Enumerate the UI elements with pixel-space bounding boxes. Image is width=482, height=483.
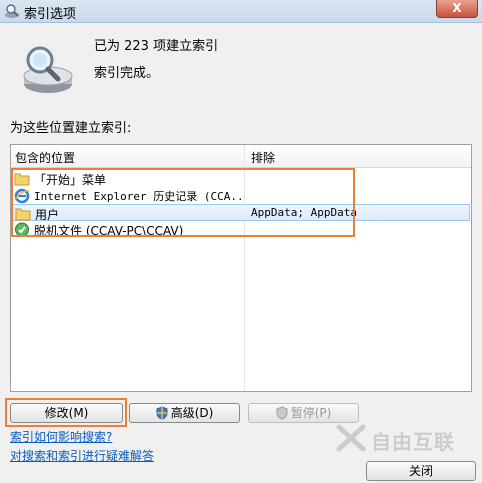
advanced-button-label: 高级(D) <box>170 406 214 420</box>
location-row-start-menu[interactable]: 「开始」菜单 <box>12 170 470 187</box>
list-header: 包含的位置 排除 <box>11 145 471 168</box>
close-button[interactable]: 关闭 <box>366 461 476 481</box>
location-row-users[interactable]: 用户 AppData; AppData <box>12 204 470 222</box>
indexing-status-text: 索引完成。 <box>94 66 160 81</box>
column-header-included[interactable]: 包含的位置 <box>15 149 75 166</box>
location-name: 「开始」菜单 <box>34 173 107 187</box>
location-name: 脱机文件 (CCAV-PC\CCAV) <box>34 224 184 238</box>
location-excluded: AppData; AppData <box>251 206 357 219</box>
uac-shield-icon <box>276 406 288 420</box>
watermark-logo-icon <box>336 424 366 452</box>
advanced-button[interactable]: 高级(D) <box>129 403 240 423</box>
uac-shield-icon <box>156 406 168 420</box>
watermark: 自由互联 <box>335 423 475 455</box>
watermark-text: 自由互联 <box>371 430 455 454</box>
ie-icon <box>14 188 30 203</box>
pause-button-label: 暂停(P) <box>290 406 332 420</box>
window-title: 索引选项 <box>24 7 77 22</box>
indexing-drive-icon <box>23 46 73 93</box>
pause-button[interactable]: 暂停(P) <box>248 403 359 423</box>
troubleshoot-search-link[interactable]: 对搜索和索引进行疑难解答 <box>10 447 154 464</box>
indexed-locations-list[interactable]: 包含的位置 排除 「开始」菜单 Internet Explorer 历史记录 (… <box>10 144 472 392</box>
locations-label: 为这些位置建立索引: <box>10 121 132 136</box>
location-row-offline-files[interactable]: 脱机文件 (CCAV-PC\CCAV) <box>12 221 470 238</box>
offline-files-icon <box>15 222 29 237</box>
folder-icon <box>15 208 31 221</box>
folder-icon <box>14 173 30 186</box>
location-row-ie-history[interactable]: Internet Explorer 历史记录 (CCA... <box>12 187 470 204</box>
close-icon: X <box>452 1 462 15</box>
modify-button[interactable]: 修改(M) <box>10 403 123 423</box>
window-close-button[interactable]: X <box>436 0 478 18</box>
title-bar: 索引选项 X <box>0 0 482 23</box>
indexed-count-text: 已为 223 项建立索引 <box>94 39 219 54</box>
index-options-icon <box>5 4 19 18</box>
column-header-excluded[interactable]: 排除 <box>251 149 275 166</box>
location-name: Internet Explorer 历史记录 (CCA... <box>34 190 244 203</box>
how-indexing-affects-search-link[interactable]: 索引如何影响搜索? <box>10 428 112 445</box>
